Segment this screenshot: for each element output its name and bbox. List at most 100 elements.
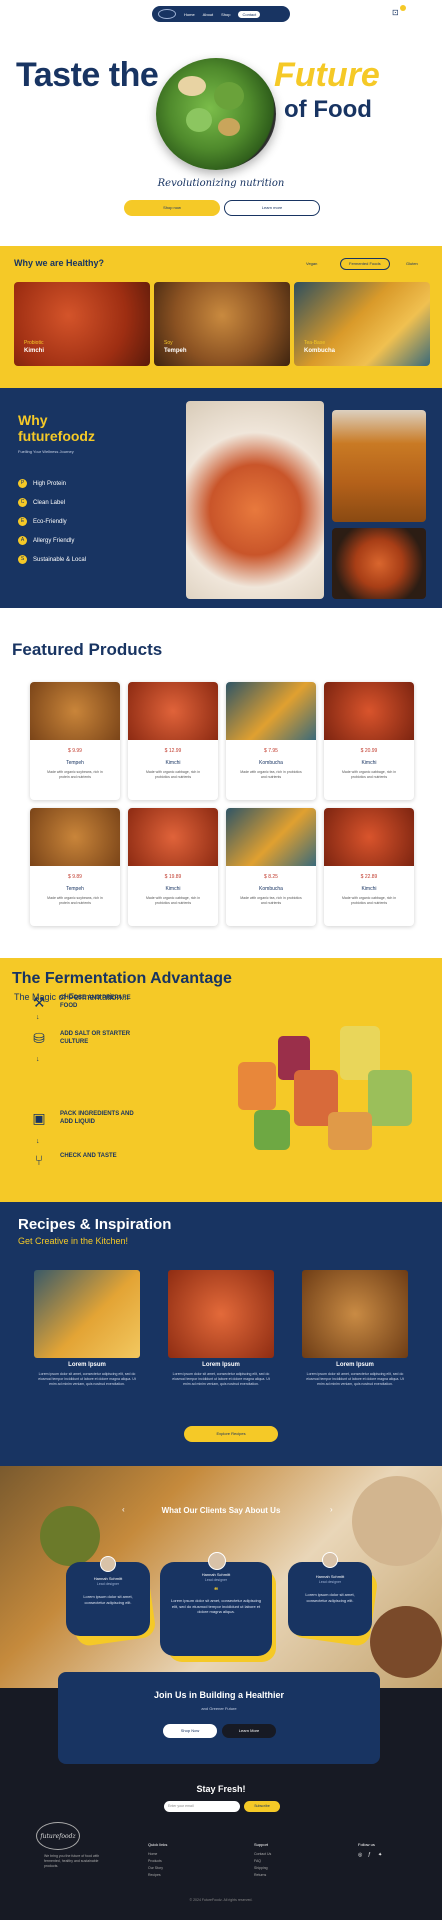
explore-recipes-button[interactable]: Explore Recipes	[184, 1426, 278, 1442]
knife-icon: ⚒	[32, 994, 46, 1010]
featured-title: Featured Products	[12, 640, 163, 659]
client-role: Lead designer	[204, 1578, 228, 1582]
product-card[interactable]: $ 9.89 Tempeh Made with organic soybeans…	[30, 808, 120, 926]
product-card[interactable]: $ 12.99 Kimchi Made with organic cabbage…	[128, 682, 218, 800]
recipe-desc: Lorem ipsum dolor sit amet, consectetur …	[172, 1372, 270, 1386]
recipe-image-kombucha[interactable]	[34, 1270, 140, 1358]
jar-sauerkraut	[328, 1112, 372, 1150]
product-card[interactable]: $ 7.95 Kombucha Made with organic tea, r…	[226, 682, 316, 800]
recipe-name: Lorem Ipsum	[68, 1362, 106, 1368]
footer-link[interactable]: Products	[148, 1859, 162, 1863]
why-item: S Sustainable & Local	[18, 555, 86, 564]
recipes-subtitle: Get Creative in the Kitchen!	[18, 1236, 129, 1246]
why-item: P High Protein	[18, 479, 66, 488]
product-card[interactable]: $ 20.99 Kimchi Made with organic cabbage…	[324, 682, 414, 800]
kombucha-jars-image	[332, 410, 426, 522]
salt-icon: ⛁	[33, 1030, 45, 1046]
kimchi-pan-image	[332, 528, 426, 599]
footer-link[interactable]: Contact Us	[254, 1852, 271, 1856]
footer-link[interactable]: Shipping	[254, 1866, 268, 1870]
product-image	[128, 682, 218, 740]
recipe-name: Lorem Ipsum	[336, 1362, 374, 1368]
pickle-jar-image	[352, 1476, 442, 1566]
prev-arrow-icon[interactable]: ‹	[122, 1505, 125, 1514]
stay-fresh-title: Stay Fresh!	[196, 1784, 246, 1794]
product-image	[30, 682, 120, 740]
why-item: E Eco-Friendly	[18, 517, 67, 526]
hero-title-accent: Future	[274, 56, 380, 94]
copyright: © 2024 FutureFoodz. All rights reserved.	[189, 1898, 253, 1902]
nav-logo[interactable]	[158, 9, 176, 19]
avatar	[100, 1556, 116, 1572]
join-learn-button[interactable]: Learn More	[222, 1724, 276, 1738]
product-name: Kimchi	[361, 760, 377, 766]
local-icon: S	[18, 555, 27, 564]
join-title: Join Us in Building a Healthier	[153, 1690, 285, 1700]
product-price: $ 7.95	[264, 748, 278, 754]
product-desc: Made with organic cabbage, rich in probi…	[341, 896, 397, 905]
healthy-card-kombucha[interactable]: Tea-Base Kombucha	[294, 282, 430, 366]
jar-carrot	[238, 1062, 276, 1110]
learn-more-button[interactable]: Learn more	[224, 200, 320, 216]
olives-bowl-image	[40, 1506, 100, 1566]
product-card[interactable]: $ 9.99 Tempeh Made with organic soybeans…	[30, 682, 120, 800]
product-card[interactable]: $ 19.89 Kimchi Made with organic cabbage…	[128, 808, 218, 926]
filter-fermented[interactable]: Fermented Foods	[340, 258, 390, 270]
product-name: Tempeh	[66, 886, 84, 892]
nav-item-contact[interactable]: Contact	[238, 10, 261, 18]
bread-image	[370, 1606, 442, 1678]
recipe-image-kimchi[interactable]	[168, 1270, 274, 1358]
hero-title-end: of Food	[284, 96, 372, 123]
product-image	[128, 808, 218, 866]
recipes-title: Recipes & Inspiration	[18, 1216, 172, 1233]
healthy-card-sub: Soy	[164, 340, 173, 346]
why-item-label: Eco-Friendly	[33, 518, 67, 525]
filter-gluten[interactable]: Gluten	[406, 258, 418, 270]
footer-link[interactable]: Our Story	[148, 1866, 163, 1870]
product-name: Tempeh	[66, 760, 84, 766]
eco-icon: E	[18, 517, 27, 526]
nav-item-shop[interactable]: Shop	[221, 12, 230, 17]
healthy-card-tempeh[interactable]: Soy Tempeh	[154, 282, 290, 366]
healthy-card-name: Kombucha	[304, 348, 336, 354]
bowl-greens	[214, 82, 244, 110]
why-item: A Allergy Friendly	[18, 536, 74, 545]
newsletter-email-input[interactable]: Enter your email	[164, 1801, 240, 1812]
footer-link[interactable]: Returns	[254, 1873, 266, 1877]
avatar	[322, 1552, 338, 1568]
recipe-name: Lorem Ipsum	[202, 1362, 240, 1368]
join-shop-button[interactable]: Shop Now	[163, 1724, 217, 1738]
jar-icon: ▣	[32, 1110, 46, 1126]
bowl-grain	[218, 118, 240, 136]
healthy-card-sub: Tea-Base	[304, 340, 326, 346]
product-name: Kimchi	[165, 760, 181, 766]
product-price: $ 8.25	[264, 874, 278, 880]
shop-now-button[interactable]: Shop now	[124, 200, 220, 216]
quote-icon: ❝	[213, 1586, 219, 1595]
subscribe-button[interactable]: Subscribe	[244, 1801, 280, 1812]
nav-item-about[interactable]: About	[203, 12, 213, 17]
healthy-card-kimchi[interactable]: Probiotic Kimchi	[14, 282, 150, 366]
footer-logo[interactable]: futurefoodz	[36, 1822, 80, 1850]
product-card[interactable]: $ 22.89 Kimchi Made with organic cabbage…	[324, 808, 414, 926]
fork-icon: ⑂	[34, 1152, 44, 1168]
next-arrow-icon[interactable]: ›	[330, 1505, 333, 1514]
nav-item-home[interactable]: Home	[184, 12, 195, 17]
footer-link[interactable]: Recipes	[148, 1873, 161, 1877]
client-quote: Lorem ipsum dolor sit amet, consectetur …	[170, 1598, 262, 1614]
twitter-icon[interactable]: ✦	[378, 1852, 382, 1858]
product-card[interactable]: $ 8.25 Kombucha Made with organic tea, r…	[226, 808, 316, 926]
healthy-card-name: Tempeh	[164, 348, 187, 354]
client-role: Lead designer	[318, 1580, 342, 1584]
facebook-icon[interactable]: ƒ	[368, 1852, 371, 1858]
why-title: Why futurefoodz	[18, 412, 95, 444]
recipe-image-tempeh[interactable]	[302, 1270, 408, 1358]
footer-link[interactable]: Home	[148, 1852, 157, 1856]
product-desc: Made with organic cabbage, rich in probi…	[145, 896, 201, 905]
footer-link[interactable]: FAQ	[254, 1859, 261, 1863]
why-item-label: Clean Label	[33, 499, 66, 506]
filter-vegan[interactable]: Vegan	[306, 258, 317, 270]
instagram-icon[interactable]: ◎	[358, 1852, 362, 1858]
avatar	[208, 1552, 226, 1570]
footer-support-title: Support	[254, 1842, 269, 1847]
